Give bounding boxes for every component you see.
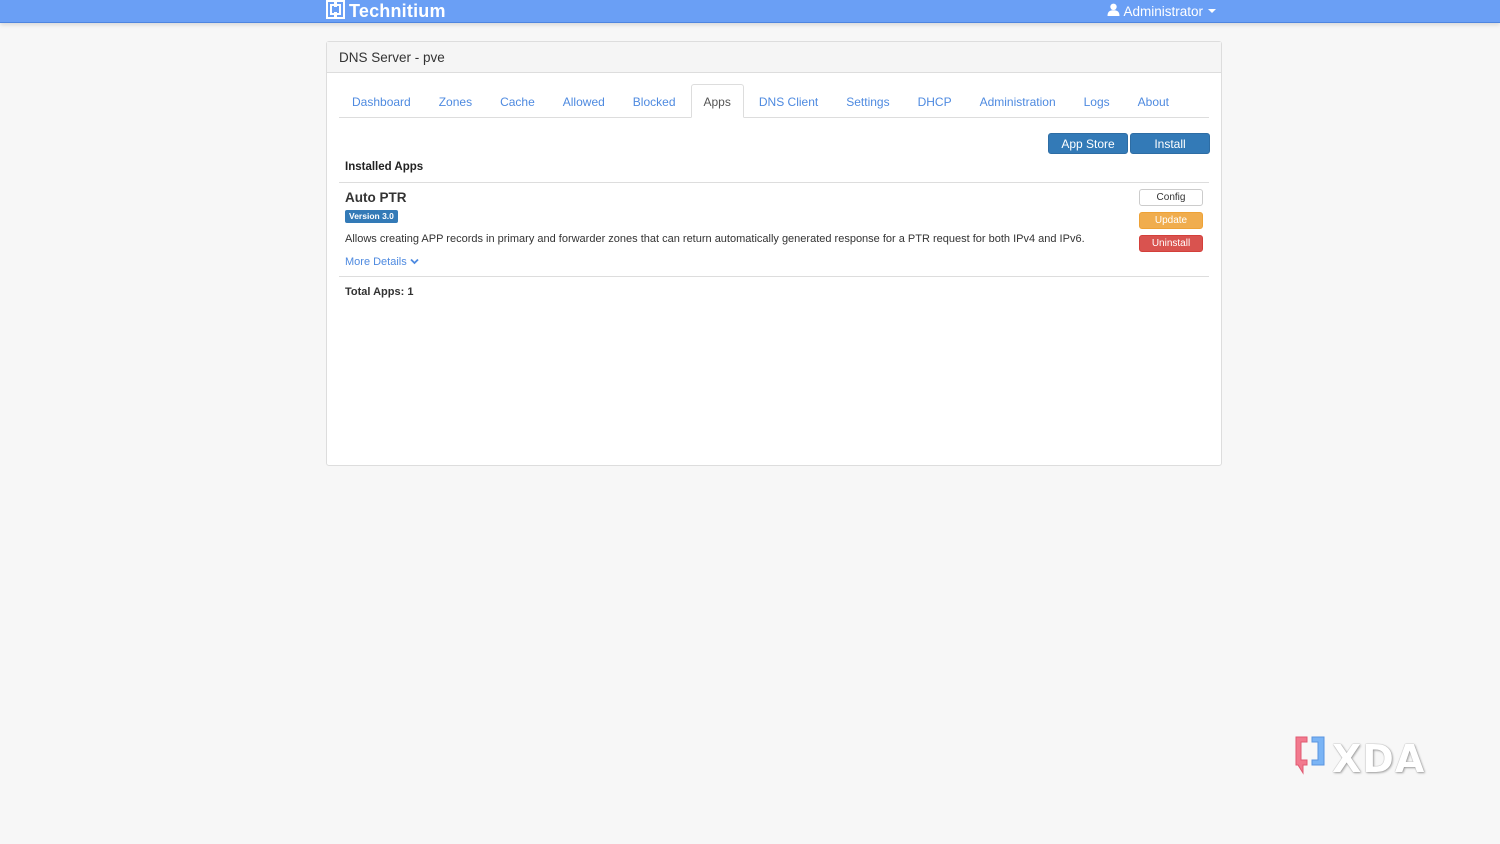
tab-about[interactable]: About bbox=[1125, 84, 1182, 117]
app-description: Allows creating APP records in primary a… bbox=[345, 233, 1085, 245]
top-navbar: Technitium Administrator bbox=[0, 0, 1500, 23]
tab-zones[interactable]: Zones bbox=[426, 84, 485, 117]
more-details-link[interactable]: More Details bbox=[345, 256, 419, 268]
main-panel: DNS Server - pve Dashboard Zones Cache A… bbox=[326, 41, 1222, 466]
app-store-button[interactable]: App Store bbox=[1048, 133, 1128, 154]
config-button[interactable]: Config bbox=[1139, 189, 1203, 206]
tab-apps[interactable]: Apps bbox=[690, 84, 744, 118]
uninstall-button[interactable]: Uninstall bbox=[1139, 235, 1203, 252]
more-details-label: More Details bbox=[345, 256, 407, 268]
installed-apps-heading: Installed Apps bbox=[345, 161, 424, 173]
caret-down-icon bbox=[1208, 9, 1216, 13]
tab-blocked[interactable]: Blocked bbox=[620, 84, 689, 117]
xda-logo-icon bbox=[1292, 733, 1328, 784]
divider bbox=[339, 182, 1209, 183]
version-badge: Version 3.0 bbox=[345, 210, 398, 223]
brand-name: Technitium bbox=[349, 1, 446, 21]
user-icon bbox=[1107, 3, 1120, 19]
app-name: Auto PTR bbox=[345, 190, 407, 205]
tab-dashboard[interactable]: Dashboard bbox=[339, 84, 424, 117]
install-button[interactable]: Install bbox=[1130, 133, 1210, 154]
tab-administration[interactable]: Administration bbox=[967, 84, 1069, 117]
divider bbox=[339, 276, 1209, 277]
tab-cache[interactable]: Cache bbox=[487, 84, 548, 117]
tab-settings[interactable]: Settings bbox=[833, 84, 902, 117]
user-menu-dropdown[interactable]: Administrator bbox=[1107, 3, 1216, 19]
panel-title: DNS Server - pve bbox=[327, 42, 1221, 73]
update-button[interactable]: Update bbox=[1139, 212, 1203, 229]
user-name: Administrator bbox=[1123, 3, 1203, 19]
chevron-down-icon bbox=[407, 256, 419, 268]
brand-link[interactable]: Technitium bbox=[326, 0, 446, 24]
xda-watermark: XDA bbox=[1292, 733, 1425, 784]
technitium-logo-icon bbox=[326, 0, 349, 24]
tab-dhcp[interactable]: DHCP bbox=[905, 84, 965, 117]
tab-dns-client[interactable]: DNS Client bbox=[746, 84, 831, 117]
main-tabs: Dashboard Zones Cache Allowed Blocked Ap… bbox=[339, 84, 1209, 118]
tab-allowed[interactable]: Allowed bbox=[550, 84, 618, 117]
total-apps: Total Apps: 1 bbox=[345, 286, 414, 298]
tab-logs[interactable]: Logs bbox=[1071, 84, 1123, 117]
xda-wordmark: XDA bbox=[1332, 736, 1426, 781]
